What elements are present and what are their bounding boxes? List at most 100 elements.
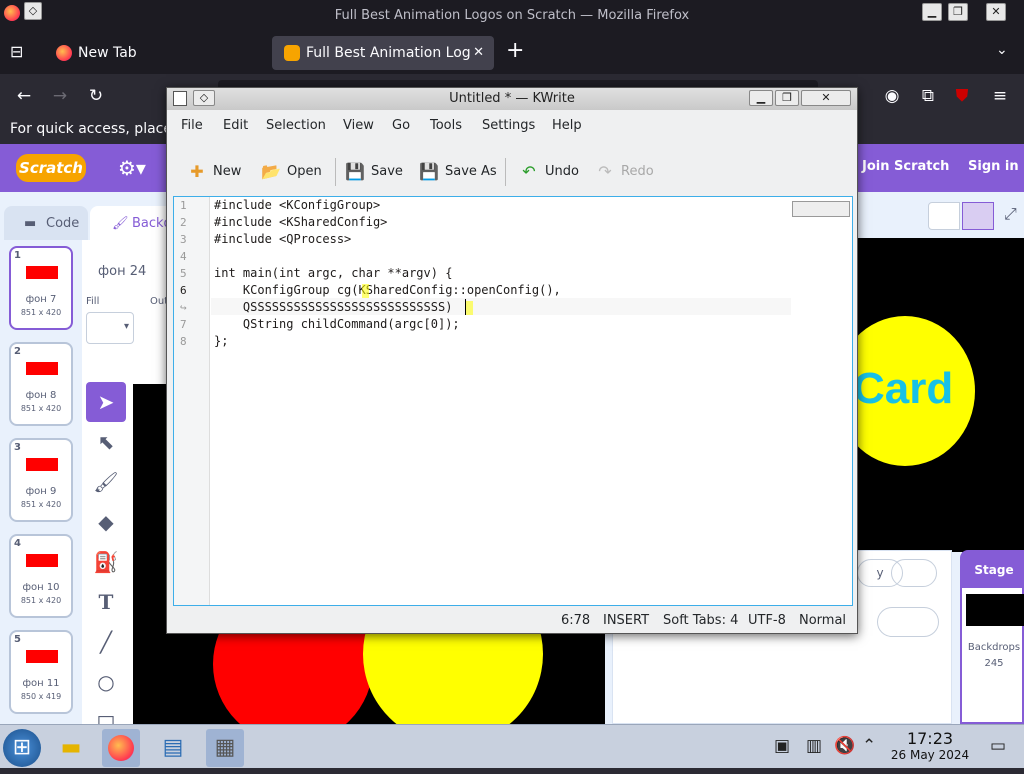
stage-size-large-button[interactable]: [962, 202, 994, 230]
costume-name-field[interactable]: фон 24: [98, 264, 146, 279]
system-settings-icon[interactable]: ▤: [154, 729, 192, 767]
minimize-button[interactable]: ▁: [749, 90, 773, 106]
list-all-tabs-icon[interactable]: ⊟: [10, 42, 23, 61]
ublock-icon[interactable]: ⛊: [950, 84, 974, 108]
menu-help[interactable]: Help: [552, 118, 582, 133]
stage-pane[interactable]: Stage Backdrops 245: [960, 550, 1024, 724]
menu-go[interactable]: Go: [392, 118, 410, 133]
maximize-button[interactable]: ❐: [775, 90, 799, 106]
new-button[interactable]: ✚ New: [187, 160, 241, 184]
join-scratch-link[interactable]: Join Scratch: [862, 159, 949, 174]
open-button[interactable]: 📂 Open: [261, 160, 322, 184]
text-tool[interactable]: T: [86, 582, 126, 622]
menu-settings[interactable]: Settings: [482, 118, 535, 133]
menu-icon[interactable]: ≡: [988, 84, 1012, 108]
reshape-tool[interactable]: ⬉: [86, 422, 126, 462]
redo-icon: ↷: [598, 162, 612, 181]
save-as-button[interactable]: 💾 Save As: [419, 160, 497, 184]
volume-muted-icon[interactable]: 🔇: [834, 736, 855, 756]
tab-bar: ⊟ New Tab Full Best Animation Logo ✕ + ⌄: [0, 32, 1024, 74]
menu-file[interactable]: File: [181, 118, 203, 133]
gear-icon[interactable]: ⚙▾: [118, 156, 146, 180]
forward-icon[interactable]: →: [48, 84, 72, 108]
reload-icon[interactable]: ↻: [84, 84, 108, 108]
circle-tool[interactable]: ○: [86, 662, 126, 702]
costume-number: 4: [14, 538, 21, 549]
stage[interactable]: Card: [835, 238, 1024, 552]
close-tab-icon[interactable]: ✕: [473, 36, 484, 70]
sign-in-link[interactable]: Sign in: [968, 159, 1019, 174]
window-menu-button[interactable]: ◇: [193, 90, 215, 106]
clock[interactable]: 17:23 26 May 2024: [884, 731, 976, 763]
tab-label: Full Best Animation Logo: [306, 45, 470, 61]
extensions-icon[interactable]: ⧉: [916, 84, 940, 108]
close-button[interactable]: ✕: [801, 90, 851, 106]
start-menu-icon[interactable]: ⊞: [3, 729, 41, 767]
code-line: KConfigGroup cg(KSharedConfig::openConfi…: [214, 283, 561, 297]
list-item[interactable]: 5 фон 11 850 x 419: [9, 630, 73, 714]
rectangle-tool[interactable]: □: [86, 702, 126, 724]
menu-view[interactable]: View: [343, 118, 374, 133]
y-value-input[interactable]: [891, 559, 937, 587]
tab-new-tab[interactable]: New Tab: [44, 36, 266, 70]
minimize-button[interactable]: ▁: [922, 3, 942, 21]
encoding[interactable]: UTF-8: [748, 613, 786, 628]
undo-button-label: Undo: [545, 164, 579, 179]
close-button[interactable]: ✕: [986, 3, 1006, 21]
menu-tools[interactable]: Tools: [430, 118, 462, 133]
text-cursor: [465, 299, 466, 315]
view-mode[interactable]: Normal: [799, 613, 846, 628]
redo-button[interactable]: ↷ Redo: [595, 160, 653, 184]
firefox-titlebar: ◇ Full Best Animation Logos on Scratch —…: [0, 0, 1024, 32]
indentation-setting[interactable]: Soft Tabs: 4: [663, 613, 738, 628]
list-item[interactable]: 2 фон 8 851 x 420: [9, 342, 73, 426]
kwrite-taskbar-icon[interactable]: ▦: [206, 729, 244, 767]
maximize-button[interactable]: ❐: [948, 3, 968, 21]
brush-tool[interactable]: 🖌: [86, 462, 126, 502]
line-number: 7: [180, 318, 187, 331]
text-editor[interactable]: 1 2 3 4 5 6 ↪ 7 8 #include <KConfigGroup…: [173, 196, 853, 606]
scratch-logo[interactable]: Scratch: [16, 154, 86, 182]
costume-size: 851 x 420: [20, 596, 62, 605]
chevron-up-icon[interactable]: ⌃: [862, 736, 876, 756]
cursor-position[interactable]: 6:78: [561, 613, 590, 628]
input-mode[interactable]: INSERT: [603, 613, 649, 628]
kwrite-title: Untitled * — KWrite: [449, 91, 575, 106]
costume-name: фон 11: [22, 678, 60, 689]
line-tool[interactable]: ╱: [86, 622, 126, 662]
fullscreen-icon[interactable]: ⤢: [1004, 204, 1017, 224]
list-item[interactable]: 1 фон 7 851 x 420: [9, 246, 73, 330]
fill-color-picker[interactable]: ▾: [86, 312, 134, 344]
clipboard-icon[interactable]: ▣: [774, 736, 790, 756]
save-button[interactable]: 💾 Save: [345, 160, 403, 184]
fill-tool[interactable]: ⛽: [86, 542, 126, 582]
show-desktop-icon[interactable]: ▭: [990, 736, 1006, 756]
menu-selection[interactable]: Selection: [266, 118, 326, 133]
stage-size-small-button[interactable]: [928, 202, 960, 230]
stage-thumbnail: [966, 594, 1024, 626]
tab-scratch[interactable]: Full Best Animation Logo ✕: [272, 36, 494, 70]
account-icon[interactable]: ◉: [880, 84, 904, 108]
list-item[interactable]: 4 фон 10 851 x 420: [9, 534, 73, 618]
backdrops-count: 245: [984, 658, 1004, 669]
line-number: 3: [180, 233, 187, 246]
undo-button[interactable]: ↶ Undo: [519, 160, 579, 184]
chevron-down-icon[interactable]: ⌄: [996, 42, 1008, 58]
size-input[interactable]: [877, 607, 939, 637]
back-icon[interactable]: ←: [12, 84, 36, 108]
tab-code[interactable]: ▬ Code: [4, 206, 88, 242]
eraser-tool[interactable]: ◆: [86, 502, 126, 542]
line-number: 4: [180, 250, 187, 263]
bookmarks-hint: For quick access, place: [10, 121, 172, 137]
select-tool[interactable]: ➤: [86, 382, 126, 422]
line-number: 2: [180, 216, 187, 229]
firefox-taskbar-icon[interactable]: [102, 729, 140, 767]
costume-name: фон 8: [25, 390, 57, 401]
file-manager-icon[interactable]: ▬: [52, 729, 90, 767]
notes-icon[interactable]: ▥: [806, 736, 822, 756]
menu-edit[interactable]: Edit: [223, 118, 248, 133]
new-tab-button[interactable]: +: [506, 38, 524, 63]
list-item[interactable]: 3 фон 9 851 x 420: [9, 438, 73, 522]
minimap[interactable]: [792, 201, 850, 217]
line-number-gutter: 1 2 3 4 5 6 ↪ 7 8: [174, 197, 210, 605]
